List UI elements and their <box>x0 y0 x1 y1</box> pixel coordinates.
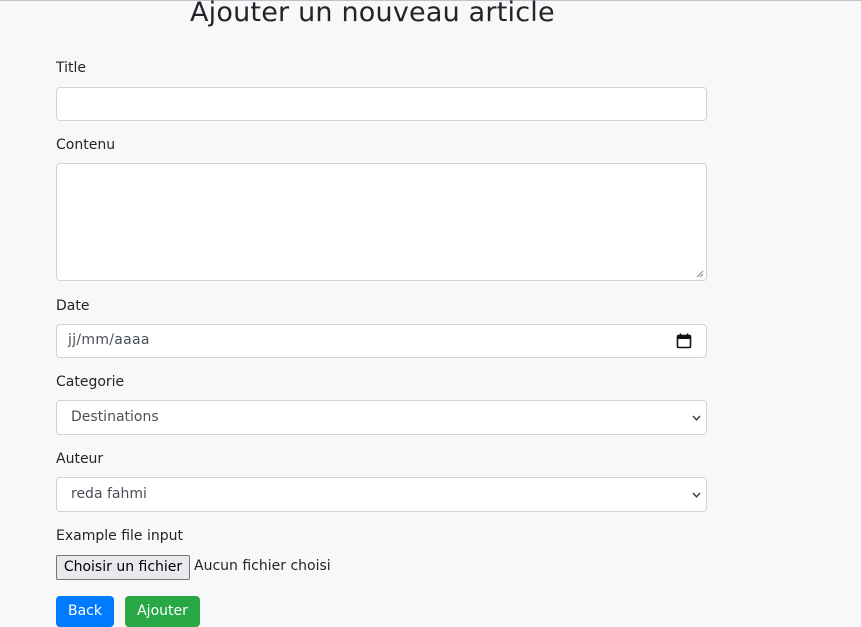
back-button[interactable]: Back <box>56 596 114 627</box>
resize-grip-icon[interactable] <box>696 270 704 278</box>
content-textarea[interactable] <box>56 163 707 281</box>
category-select[interactable]: Destinations <box>56 400 707 435</box>
date-placeholder: jj/mm/aaaa <box>68 332 150 348</box>
title-input[interactable] <box>56 87 707 121</box>
date-input[interactable]: jj/mm/aaaa <box>56 324 707 358</box>
content-label: Contenu <box>56 137 116 153</box>
calendar-icon[interactable] <box>676 333 692 349</box>
file-input-label: Example file input <box>56 528 183 544</box>
author-selected-value: reda fahmi <box>71 486 147 502</box>
chevron-down-icon <box>692 415 701 421</box>
author-select[interactable]: reda fahmi <box>56 477 707 512</box>
author-label: Auteur <box>56 451 104 467</box>
choose-file-button[interactable]: Choisir un fichier <box>56 555 190 580</box>
title-label: Title <box>56 60 87 76</box>
page-title: Ajouter un nouveau article <box>190 0 555 28</box>
file-status-text: Aucun fichier choisi <box>194 558 331 574</box>
add-article-button[interactable]: Ajouter <box>125 596 200 627</box>
category-selected-value: Destinations <box>71 409 159 425</box>
date-label: Date <box>56 298 90 314</box>
category-label: Categorie <box>56 374 125 390</box>
chevron-down-icon <box>692 492 701 498</box>
